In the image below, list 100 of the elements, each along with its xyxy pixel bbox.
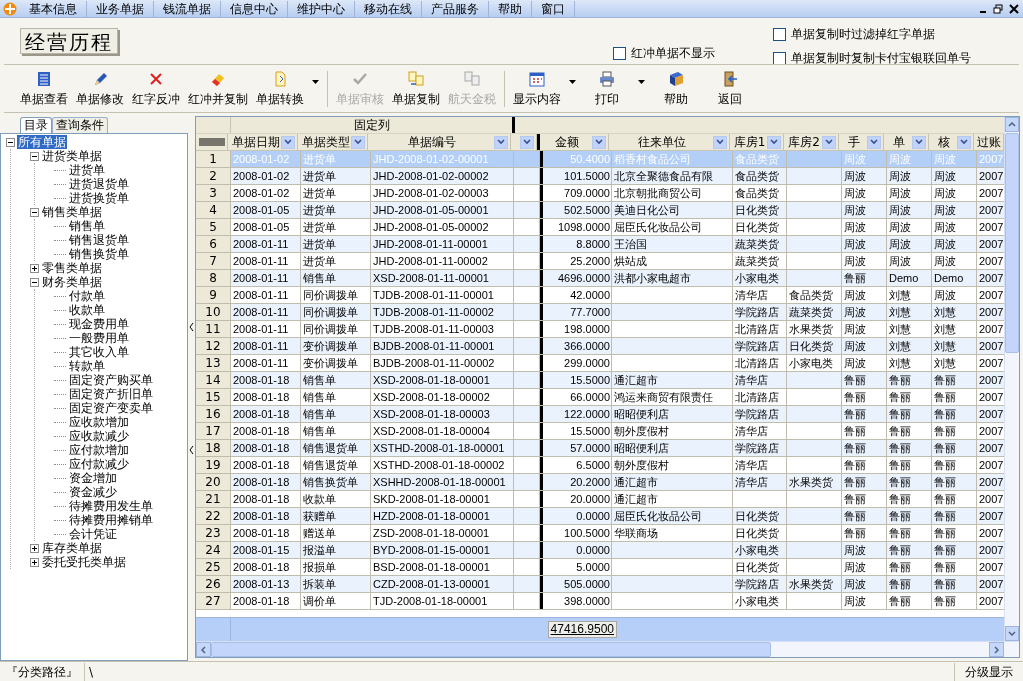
filter-dropdown-icon[interactable]: [494, 135, 509, 149]
column-header[interactable]: 单据日期: [228, 134, 299, 150]
filter-dropdown-icon[interactable]: [822, 135, 837, 149]
scroll-left-icon[interactable]: [201, 645, 206, 654]
toolbar-button[interactable]: 帮助: [649, 66, 703, 111]
filter-dropdown-icon[interactable]: [281, 135, 296, 149]
toolbar-button[interactable]: 红冲并复制: [184, 66, 252, 111]
tree-item[interactable]: 待摊费用摊销单: [68, 513, 154, 527]
column-header[interactable]: 核: [929, 134, 975, 150]
table-row[interactable]: 26 2008-01-13 拆装单 CZD-2008-01-13-00001 505.0000 学院路店 水果类货 周波 鲁丽 鲁丽 2007: [196, 576, 1005, 593]
tree-item[interactable]: 零售类单据: [41, 261, 103, 275]
table-row[interactable]: 15 2008-01-18 销售单 XSD-2008-01-18-00002 66.0000 鸿运来商贸有限责任 北清路店 鲁丽 鲁丽 鲁丽 2007: [196, 389, 1005, 406]
menu-item[interactable]: 基本信息: [20, 0, 87, 17]
table-row[interactable]: 23 2008-01-18 赠送单 ZSD-2008-01-18-00001 100.5000 华联商场 日化类货 鲁丽 鲁丽 鲁丽 2007: [196, 525, 1005, 542]
toolbar-button[interactable]: 红字反冲: [128, 66, 184, 111]
table-row[interactable]: 9 2008-01-11 同价调拨单 TJDB-2008-01-11-00001 42.0000 清华店 食品类货 周波 刘慧 周波 2007: [196, 287, 1005, 304]
filter-dropdown-icon[interactable]: [867, 135, 882, 149]
tab[interactable]: 查询条件: [52, 117, 108, 133]
filter-dropdown-icon[interactable]: [957, 135, 972, 149]
collapse-icon[interactable]: [30, 207, 39, 217]
restore-icon[interactable]: [993, 3, 1003, 14]
table-row[interactable]: 25 2008-01-18 报损单 BSD-2008-01-18-00001 5.0000 日化类货 周波 鲁丽 鲁丽 2007: [196, 559, 1005, 576]
tree-item[interactable]: 其它收入单: [68, 345, 130, 359]
tree-item[interactable]: 库存类单据: [41, 541, 103, 555]
dropdown-caret-icon[interactable]: [312, 79, 319, 84]
tree-item[interactable]: 销售类单据: [41, 205, 103, 219]
expand-icon[interactable]: [30, 543, 39, 553]
tab[interactable]: 目录: [20, 117, 52, 133]
filter-dropdown-icon[interactable]: [767, 135, 782, 149]
table-row[interactable]: 12 2008-01-11 变价调拨单 BJDB-2008-01-11-00001 366.0000 学院路店 日化类货 周波 刘慧 刘慧 2007: [196, 338, 1005, 355]
table-row[interactable]: 17 2008-01-18 销售单 XSD-2008-01-18-00004 15.5000 朝外度假村 清华店 鲁丽 鲁丽 鲁丽 2007: [196, 423, 1005, 440]
tree-item[interactable]: 销售退货单: [68, 233, 130, 247]
vertical-scrollbar[interactable]: [1004, 117, 1019, 641]
checkbox[interactable]: [773, 27, 786, 41]
scroll-down-icon[interactable]: [1008, 631, 1016, 636]
table-row[interactable]: 3 2008-01-02 进货单 JHD-2008-01-02-00003 709.0000 北京朝批商贸公司 食品类货 周波 周波 周波 2007: [196, 185, 1005, 202]
menu-item[interactable]: 移动在线: [355, 0, 422, 17]
column-header[interactable]: 手: [839, 134, 885, 150]
tree-item[interactable]: 固定资产变卖单: [68, 401, 154, 415]
table-row[interactable]: 27 2008-01-18 调价单 TJD-2008-01-18-00001 398.0000 小家电类 周波 鲁丽 鲁丽 2007: [196, 593, 1005, 610]
close-icon[interactable]: [1009, 3, 1019, 14]
tree-item[interactable]: 销售单: [68, 219, 106, 233]
table-row[interactable]: 22 2008-01-18 获赠单 HZD-2008-01-18-00001 0.0000 屈臣氏化妆品公司 日化类货 鲁丽 鲁丽 鲁丽 2007: [196, 508, 1005, 525]
menu-item[interactable]: 维护中心: [288, 0, 355, 17]
column-header[interactable]: 库房1: [730, 134, 785, 150]
table-row[interactable]: 14 2008-01-18 销售单 XSD-2008-01-18-00001 15.5000 通汇超市 清华店 鲁丽 鲁丽 鲁丽 2007: [196, 372, 1005, 389]
menu-item[interactable]: 信息中心: [221, 0, 288, 17]
menu-item[interactable]: 窗口: [532, 0, 575, 17]
tree-item[interactable]: 应付款增加: [68, 443, 130, 457]
table-row[interactable]: 10 2008-01-11 同价调拨单 TJDB-2008-01-11-00002 77.7000 学院路店 蔬菜类货 周波 刘慧 刘慧 2007: [196, 304, 1005, 321]
tree-item[interactable]: 待摊费用发生单: [68, 499, 154, 513]
filter-dropdown-icon[interactable]: [520, 135, 535, 149]
tree-item[interactable]: 财务类单据: [41, 275, 103, 289]
tree-item[interactable]: 进货换货单: [68, 191, 130, 205]
table-row[interactable]: 11 2008-01-11 同价调拨单 TJDB-2008-01-11-00003 198.0000 北清路店 水果类货 周波 刘慧 刘慧 2007: [196, 321, 1005, 338]
toolbar-button[interactable]: 单据转换: [252, 66, 308, 111]
checkbox[interactable]: [613, 46, 626, 60]
dropdown-caret-icon[interactable]: [638, 79, 645, 84]
tree-item[interactable]: 进货类单据: [41, 149, 103, 163]
table-row[interactable]: 7 2008-01-11 进货单 JHD-2008-01-11-00002 25.2000 烘站成 蔬菜类货 周波 周波 周波 2007: [196, 253, 1005, 270]
tree-item[interactable]: 固定资产折旧单: [68, 387, 154, 401]
tree-item[interactable]: 现金费用单: [68, 317, 130, 331]
toolbar-button[interactable]: 单据复制: [388, 66, 444, 111]
tree-item[interactable]: 资金增加: [68, 471, 118, 485]
filter-dropdown-icon[interactable]: [592, 135, 607, 149]
column-header[interactable]: 往来单位: [609, 134, 731, 150]
table-row[interactable]: 1 2008-01-02 进货单 JHD-2008-01-02-00001 50.4000 稻香村食品公司 食品类货 周波 周波 周波 2007: [196, 151, 1005, 168]
horizontal-scrollbar[interactable]: [196, 641, 1019, 657]
filter-dropdown-icon[interactable]: [713, 135, 728, 149]
filter-dropdown-icon[interactable]: [351, 135, 366, 149]
expand-icon[interactable]: [30, 263, 39, 273]
tree-item[interactable]: 销售换货单: [68, 247, 130, 261]
tree-item[interactable]: 资金减少: [68, 485, 118, 499]
checkbox[interactable]: [773, 51, 786, 65]
column-header[interactable]: 库房2: [784, 134, 840, 150]
toolbar-button[interactable]: 显示内容: [509, 66, 565, 111]
table-row[interactable]: 8 2008-01-11 销售单 XSD-2008-01-11-00001 4696.0000 洪都小家电超市 小家电类 鲁丽 Demo Demo 2007: [196, 270, 1005, 287]
menu-item[interactable]: 业务单据: [87, 0, 154, 17]
menu-item[interactable]: 钱流单据: [154, 0, 221, 17]
table-row[interactable]: 18 2008-01-18 销售退货单 XSTHD-2008-01-18-00001 57.0000 昭昭便利店 学院路店 鲁丽 鲁丽 鲁丽 2007: [196, 440, 1005, 457]
column-header[interactable]: 金额: [540, 134, 610, 150]
filter-dropdown-icon[interactable]: [912, 135, 927, 149]
scroll-right-icon[interactable]: [994, 645, 999, 654]
toolbar-button[interactable]: 打印: [580, 66, 634, 111]
collapse-icon[interactable]: [30, 151, 39, 161]
scroll-up-icon[interactable]: [1008, 122, 1016, 127]
tree-item[interactable]: 进货单: [68, 163, 106, 177]
tree-item[interactable]: 付款单: [68, 289, 106, 303]
tree-item[interactable]: 会计凭证: [68, 527, 118, 541]
menu-item[interactable]: 产品服务: [422, 0, 489, 17]
expand-icon[interactable]: [30, 557, 39, 567]
column-header[interactable]: 单: [884, 134, 930, 150]
table-row[interactable]: 4 2008-01-05 进货单 JHD-2008-01-05-00001 502.5000 美迪日化公司 日化类货 周波 周波 周波 2007: [196, 202, 1005, 219]
dropdown-caret-icon[interactable]: [569, 79, 576, 84]
collapse-icon[interactable]: [30, 277, 39, 287]
tree-item[interactable]: 应收款增加: [68, 415, 130, 429]
table-row[interactable]: 2 2008-01-02 进货单 JHD-2008-01-02-00002 101.5000 北京全聚德食品有限 食品类货 周波 周波 周波 2007: [196, 168, 1005, 185]
table-row[interactable]: 6 2008-01-11 进货单 JHD-2008-01-11-00001 8.8000 王治国 蔬菜类货 周波 周波 周波 2007: [196, 236, 1005, 253]
table-row[interactable]: 16 2008-01-18 销售单 XSD-2008-01-18-00003 122.0000 昭昭便利店 学院路店 鲁丽 鲁丽 鲁丽 2007: [196, 406, 1005, 423]
tree-item[interactable]: 所有单据: [17, 135, 67, 149]
